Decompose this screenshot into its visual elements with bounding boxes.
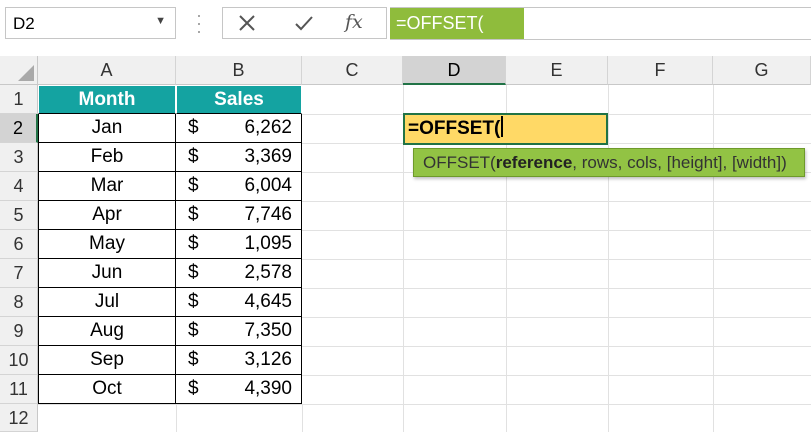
- cell-sales[interactable]: $4,645: [176, 288, 302, 317]
- sales-amount: 2,578: [244, 262, 292, 283]
- row-header-11[interactable]: 11: [0, 375, 38, 404]
- sales-amount: 3,369: [244, 146, 292, 167]
- cell-sales[interactable]: $7,746: [176, 201, 302, 230]
- tooltip-function-name: OFFSET(: [423, 153, 496, 172]
- currency-symbol: $: [188, 320, 199, 341]
- cell-month[interactable]: Oct: [38, 375, 176, 404]
- cell-sales[interactable]: $3,369: [176, 143, 302, 172]
- tooltip-current-argument[interactable]: reference: [496, 153, 573, 172]
- sales-amount: 3,126: [244, 349, 292, 370]
- chevron-down-icon[interactable]: ▼: [155, 15, 166, 27]
- insert-function-button[interactable]: fx: [345, 11, 363, 33]
- sales-amount: 6,004: [244, 175, 292, 196]
- currency-symbol: $: [188, 262, 199, 283]
- row-header-7[interactable]: 7: [0, 259, 38, 288]
- close-icon: [239, 15, 255, 31]
- cell-month[interactable]: Aug: [38, 317, 176, 346]
- gridline: [302, 317, 811, 318]
- formula-text: =OFFSET(: [390, 8, 524, 39]
- currency-symbol: $: [188, 175, 199, 196]
- tooltip-remaining-arguments: , rows, cols, [height], [width]): [572, 153, 787, 172]
- currency-symbol: $: [188, 291, 199, 312]
- enter-button[interactable]: [283, 8, 323, 38]
- currency-symbol: $: [188, 233, 199, 254]
- row-header-12[interactable]: 12: [0, 404, 38, 432]
- cell-sales[interactable]: $7,350: [176, 317, 302, 346]
- cell-sales[interactable]: $6,004: [176, 172, 302, 201]
- formula-buttons: fx: [222, 7, 387, 39]
- row-header-5[interactable]: 5: [0, 201, 38, 230]
- sales-amount: 6,262: [244, 117, 292, 138]
- row-header-1[interactable]: 1: [0, 85, 38, 114]
- cell-month[interactable]: Apr: [38, 201, 176, 230]
- drag-handle-icon[interactable]: · · ·: [196, 6, 202, 40]
- cell-month[interactable]: Jan: [38, 114, 176, 143]
- column-header-g[interactable]: G: [713, 56, 811, 85]
- currency-symbol: $: [188, 146, 199, 167]
- column-header-b[interactable]: B: [176, 56, 302, 85]
- formula-bar-area: D2 ▼ · · · fx =OFFSET(: [0, 0, 811, 48]
- currency-symbol: $: [188, 117, 199, 138]
- text-caret: [501, 116, 504, 137]
- gridline: [302, 230, 811, 231]
- cell-sales[interactable]: $3,126: [176, 346, 302, 375]
- cell-month[interactable]: Sep: [38, 346, 176, 375]
- cell-sales[interactable]: $2,578: [176, 259, 302, 288]
- function-tooltip[interactable]: OFFSET(reference, rows, cols, [height], …: [413, 148, 805, 177]
- active-cell-text: =OFFSET(: [408, 118, 501, 139]
- sales-amount: 7,746: [244, 204, 292, 225]
- row-header-6[interactable]: 6: [0, 230, 38, 259]
- gridline: [302, 375, 811, 376]
- row-header-3[interactable]: 3: [0, 143, 38, 172]
- column-header-d[interactable]: D: [403, 56, 506, 85]
- gridline: [302, 346, 811, 347]
- gridline: [302, 259, 811, 260]
- cell-sales[interactable]: $6,262: [176, 114, 302, 143]
- cell-month[interactable]: Feb: [38, 143, 176, 172]
- row-header-10[interactable]: 10: [0, 346, 38, 375]
- select-all-button[interactable]: [0, 56, 38, 85]
- select-all-icon: [18, 65, 34, 81]
- cell-sales[interactable]: $4,390: [176, 375, 302, 404]
- gridline: [302, 201, 811, 202]
- name-box[interactable]: D2 ▼: [5, 7, 176, 39]
- row-header-4[interactable]: 4: [0, 172, 38, 201]
- cell-month[interactable]: Jun: [38, 259, 176, 288]
- table-header-sales[interactable]: Sales: [176, 85, 302, 114]
- active-cell-d2[interactable]: =OFFSET(: [403, 113, 608, 145]
- row-header-8[interactable]: 8: [0, 288, 38, 317]
- row-header-9[interactable]: 9: [0, 317, 38, 346]
- column-header-c[interactable]: C: [302, 56, 403, 85]
- cell-month[interactable]: Mar: [38, 172, 176, 201]
- column-header-e[interactable]: E: [506, 56, 608, 85]
- sales-amount: 4,645: [244, 291, 292, 312]
- gridline: [302, 404, 303, 432]
- cell-month[interactable]: Jul: [38, 288, 176, 317]
- cancel-button[interactable]: [227, 8, 267, 38]
- gridline: [176, 404, 177, 432]
- check-icon: [295, 16, 313, 31]
- currency-symbol: $: [188, 349, 199, 370]
- column-header-a[interactable]: A: [38, 56, 176, 85]
- row-header-2[interactable]: 2: [0, 114, 38, 143]
- gridline: [38, 404, 811, 405]
- sales-amount: 7,350: [244, 320, 292, 341]
- cell-sales[interactable]: $1,095: [176, 230, 302, 259]
- currency-symbol: $: [188, 378, 199, 399]
- gridline: [302, 288, 811, 289]
- formula-input[interactable]: =OFFSET(: [390, 7, 811, 40]
- currency-symbol: $: [188, 204, 199, 225]
- cell-month[interactable]: May: [38, 230, 176, 259]
- sales-amount: 1,095: [244, 233, 292, 254]
- sales-amount: 4,390: [244, 378, 292, 399]
- column-header-f[interactable]: F: [608, 56, 713, 85]
- table-header-month[interactable]: Month: [38, 85, 176, 114]
- name-box-value: D2: [13, 14, 35, 33]
